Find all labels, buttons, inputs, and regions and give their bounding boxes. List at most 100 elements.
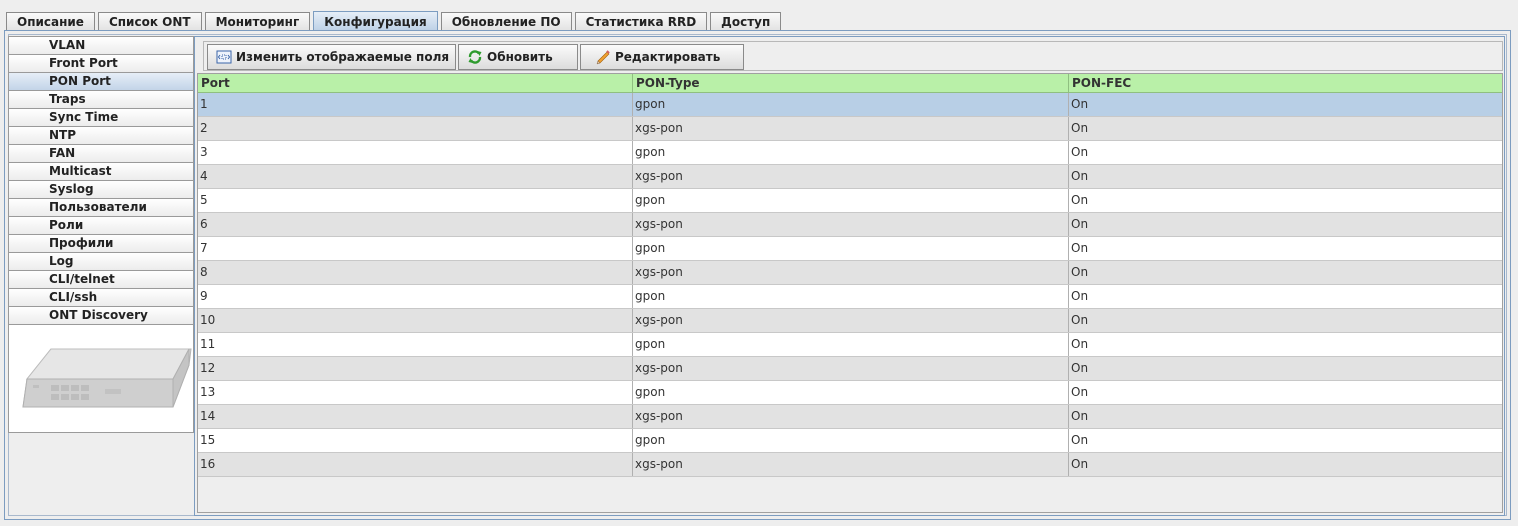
tab-access[interactable]: Доступ — [710, 12, 782, 31]
cell-pon-fec: On — [1071, 217, 1089, 231]
cell-port: 15 — [198, 429, 633, 452]
table-row[interactable]: 10 xgs-pon On — [198, 309, 1502, 333]
tab-firmware-update[interactable]: Обновление ПО — [440, 12, 572, 31]
tab-rrd-statistics[interactable]: Статистика RRD — [574, 12, 708, 31]
cell-pon-type: xgs-pon — [633, 453, 1069, 476]
tab-configuration[interactable]: Конфигурация — [313, 11, 438, 31]
table-row[interactable]: 4 xgs-pon On — [198, 165, 1502, 189]
change-fields-label: Изменить отображаемые поля — [236, 50, 450, 64]
sidebar-item-log[interactable]: Log — [9, 253, 193, 271]
cell-pon-type: xgs-pon — [633, 261, 1069, 284]
sidebar-item-ntp[interactable]: NTP — [9, 127, 193, 145]
cell-pon-type: xgs-pon — [633, 213, 1069, 236]
table-row[interactable]: 3 gpon On — [198, 141, 1502, 165]
cell-port: 8 — [198, 261, 633, 284]
refresh-button[interactable]: Обновить — [458, 44, 578, 70]
cell-pon-type: gpon — [633, 285, 1069, 308]
table-row[interactable]: 12 xgs-pon On — [198, 357, 1502, 381]
cell-pon-type: xgs-pon — [633, 309, 1069, 332]
table-row[interactable]: 9 gpon On — [198, 285, 1502, 309]
table-row[interactable]: 2 xgs-pon On — [198, 117, 1502, 141]
cell-port: 5 — [198, 189, 633, 212]
pencil-icon — [595, 49, 611, 65]
column-header-port[interactable]: Port — [198, 74, 633, 92]
sidebar-item-traps[interactable]: Traps — [9, 91, 193, 109]
cell-port: 16 — [198, 453, 633, 476]
cell-port: 14 — [198, 405, 633, 428]
sidebar-item-cli-ssh[interactable]: CLI/ssh — [9, 289, 193, 307]
cell-pon-fec: On — [1071, 121, 1089, 135]
config-sidebar: VLAN Front Port PON Port Traps Sync Time… — [8, 36, 194, 433]
cell-pon-type: gpon — [633, 189, 1069, 212]
pon-port-table: Port PON-Type PON-FEC 1 gpon On 2 xgs-pon On… — [197, 73, 1503, 513]
cell-pon-fec: On — [1071, 289, 1089, 303]
device-image — [22, 348, 192, 408]
column-header-pon-fec[interactable]: PON-FEC — [1069, 74, 1502, 92]
table-row[interactable]: 16 xgs-pon On — [198, 453, 1502, 477]
cell-pon-type: xgs-pon — [633, 117, 1069, 140]
cell-port: 2 — [198, 117, 633, 140]
sidebar-item-pon-port[interactable]: PON Port — [9, 73, 193, 91]
sidebar-item-cli-telnet[interactable]: CLI/telnet — [9, 271, 193, 289]
cell-pon-type: gpon — [633, 429, 1069, 452]
cell-pon-type: gpon — [633, 237, 1069, 260]
fields-icon — [216, 50, 232, 64]
cell-port: 7 — [198, 237, 633, 260]
table-row[interactable]: 8 xgs-pon On — [198, 261, 1502, 285]
table-row[interactable]: 13 gpon On — [198, 381, 1502, 405]
cell-pon-fec: On — [1071, 145, 1089, 159]
sidebar-item-sync-time[interactable]: Sync Time — [9, 109, 193, 127]
cell-pon-fec: On — [1071, 169, 1089, 183]
cell-port: 9 — [198, 285, 633, 308]
table-header: Port PON-Type PON-FEC — [198, 74, 1502, 93]
cell-port: 11 — [198, 333, 633, 356]
change-fields-button[interactable]: Изменить отображаемые поля — [207, 44, 456, 70]
cell-pon-fec: On — [1071, 433, 1089, 447]
cell-pon-fec: On — [1071, 97, 1089, 111]
cell-pon-type: gpon — [633, 141, 1069, 164]
sidebar-item-multicast[interactable]: Multicast — [9, 163, 193, 181]
edit-label: Редактировать — [615, 50, 721, 64]
sidebar-item-ont-discovery[interactable]: ONT Discovery — [9, 307, 193, 325]
cell-pon-fec: On — [1071, 337, 1089, 351]
table-row[interactable]: 15 gpon On — [198, 429, 1502, 453]
cell-port: 3 — [198, 141, 633, 164]
cell-pon-type: xgs-pon — [633, 165, 1069, 188]
table-body: 1 gpon On 2 xgs-pon On 3 gpon On 4 xgs-pon On 5g… — [198, 93, 1502, 477]
table-row[interactable]: 11 gpon On — [198, 333, 1502, 357]
column-header-pon-type[interactable]: PON-Type — [633, 74, 1069, 92]
tab-description[interactable]: Описание — [6, 12, 95, 31]
main-tabs: Описание Список ONT Мониторинг Конфигура… — [6, 11, 784, 31]
cell-port: 12 — [198, 357, 633, 380]
table-row[interactable]: 7 gpon On — [198, 237, 1502, 261]
cell-pon-type: xgs-pon — [633, 357, 1069, 380]
cell-pon-type: gpon — [633, 333, 1069, 356]
cell-pon-fec: On — [1071, 385, 1089, 399]
table-row[interactable]: 5 gpon On — [198, 189, 1502, 213]
cell-pon-type: gpon — [633, 93, 1069, 116]
cell-pon-fec: On — [1071, 241, 1089, 255]
sidebar-item-users[interactable]: Пользователи — [9, 199, 193, 217]
sidebar-item-front-port[interactable]: Front Port — [9, 55, 193, 73]
cell-port: 6 — [198, 213, 633, 236]
refresh-icon — [467, 49, 483, 65]
toolbar: Изменить отображаемые поля Обновить Реда… — [203, 41, 1503, 71]
table-row[interactable]: 14 xgs-pon On — [198, 405, 1502, 429]
cell-pon-fec: On — [1071, 313, 1089, 327]
sidebar-item-roles[interactable]: Роли — [9, 217, 193, 235]
cell-pon-fec: On — [1071, 193, 1089, 207]
refresh-label: Обновить — [487, 50, 553, 64]
tab-ont-list[interactable]: Список ONT — [97, 12, 202, 31]
cell-pon-type: gpon — [633, 381, 1069, 404]
edit-button[interactable]: Редактировать — [580, 44, 744, 70]
sidebar-item-syslog[interactable]: Syslog — [9, 181, 193, 199]
tab-monitoring[interactable]: Мониторинг — [204, 12, 311, 31]
sidebar-item-fan[interactable]: FAN — [9, 145, 193, 163]
sidebar-item-vlan[interactable]: VLAN — [9, 37, 193, 55]
cell-pon-fec: On — [1071, 361, 1089, 375]
cell-port: 4 — [198, 165, 633, 188]
cell-pon-fec: On — [1071, 409, 1089, 423]
sidebar-item-profiles[interactable]: Профили — [9, 235, 193, 253]
table-row[interactable]: 6 xgs-pon On — [198, 213, 1502, 237]
table-row[interactable]: 1 gpon On — [198, 93, 1502, 117]
